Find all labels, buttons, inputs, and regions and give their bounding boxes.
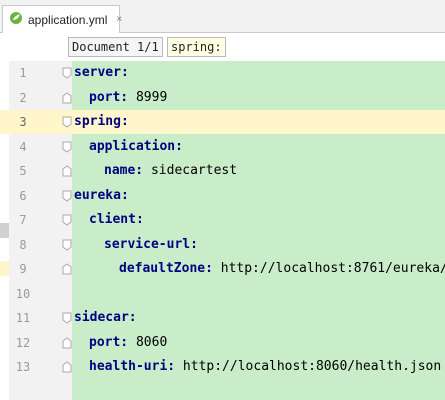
fold-start-icon[interactable] — [62, 214, 72, 226]
close-icon[interactable]: × — [116, 14, 122, 25]
yaml-key: eureka: — [74, 187, 129, 203]
fold-end-icon[interactable] — [62, 336, 72, 349]
code-line[interactable]: 7 client: — [0, 208, 445, 232]
yaml-entry: service-url: — [104, 233, 198, 257]
line-number: 6 — [19, 188, 27, 203]
code-line[interactable]: 10 — [0, 282, 445, 306]
breadcrumb-path[interactable]: spring: — [167, 37, 226, 57]
yaml-entry: sidecar: — [74, 306, 137, 330]
line-number: 10 — [15, 286, 31, 301]
code-line[interactable]: 11 sidecar: — [0, 306, 445, 330]
yaml-entry: application: — [89, 135, 183, 159]
fold-start-icon[interactable] — [62, 116, 72, 128]
yaml-key: application: — [89, 138, 183, 154]
editor-tab-bar: application.yml × — [0, 0, 445, 33]
yaml-key: service-url: — [104, 236, 198, 252]
yaml-value: sidecartest — [150, 163, 238, 178]
yaml-key: port: — [89, 334, 129, 350]
fold-end-icon[interactable] — [62, 263, 72, 275]
yaml-entry: port: 8999 — [89, 86, 167, 110]
yaml-entry: client: — [89, 208, 144, 232]
code-line[interactable]: 8 service-url: — [0, 233, 445, 257]
yaml-value: 8999 — [135, 89, 168, 105]
yaml-value: http://localhost:8761/eureka/ — [220, 261, 445, 276]
yaml-entry: defaultZone: http://localhost:8761/eurek… — [119, 257, 445, 281]
yaml-value: http://localhost:8060/health.json — [182, 359, 442, 374]
fold-start-icon[interactable] — [62, 239, 72, 251]
code-line[interactable]: 12 port: 8060 — [0, 331, 445, 355]
fold-start-icon[interactable] — [62, 67, 72, 79]
line-number: 7 — [19, 213, 27, 227]
yaml-key: health-uri: — [89, 359, 176, 374]
line-number: 3 — [19, 115, 27, 129]
code-line[interactable]: 9 defaultZone: http://localhost:8761/eure… — [0, 257, 445, 281]
fold-end-icon[interactable] — [62, 361, 72, 373]
line-number: 12 — [15, 335, 31, 350]
code-line[interactable]: 4 application: — [0, 135, 445, 159]
code-line[interactable]: 13 health-uri: http://localhost:8060/heal… — [0, 355, 445, 379]
line-number: 11 — [15, 311, 31, 325]
tab-application-yml[interactable]: application.yml × — [2, 5, 122, 33]
yaml-entry: port: 8060 — [89, 331, 167, 355]
yaml-entry: spring: — [74, 110, 129, 134]
fold-start-icon[interactable] — [62, 141, 72, 153]
line-number: 2 — [19, 90, 27, 105]
yaml-entry: eureka: — [74, 184, 129, 208]
yaml-key: name: — [104, 163, 144, 178]
breadcrumb-document[interactable]: Document 1/1 — [68, 37, 163, 57]
line-number: 8 — [19, 237, 27, 252]
fold-end-icon[interactable] — [62, 91, 72, 104]
line-number: 4 — [19, 139, 27, 154]
yaml-entry: health-uri: http://localhost:8060/health… — [89, 355, 441, 379]
code-line[interactable]: 1 server: — [0, 61, 445, 85]
yaml-key: spring: — [74, 114, 129, 129]
yaml-entry: server: — [74, 61, 129, 85]
line-number: 5 — [19, 164, 27, 178]
code-line[interactable]: 3 spring: — [0, 110, 445, 134]
fold-start-icon[interactable] — [62, 312, 72, 324]
yaml-entry: name: sidecartest — [104, 159, 237, 183]
code-line[interactable]: 2 port: 8999 — [0, 86, 445, 110]
fold-start-icon[interactable] — [62, 190, 72, 202]
yaml-key: client: — [89, 212, 144, 227]
yaml-key: sidecar: — [74, 310, 137, 325]
yaml-key: port: — [89, 89, 129, 105]
yaml-key: defaultZone: — [119, 261, 213, 276]
yaml-value: 8060 — [135, 334, 168, 350]
tab-label: application.yml — [28, 12, 108, 27]
fold-end-icon[interactable] — [62, 165, 72, 177]
line-number: 1 — [19, 66, 27, 80]
code-line[interactable]: 6 eureka: — [0, 184, 445, 208]
breadcrumb: Document 1/1 spring: — [0, 33, 445, 61]
line-number: 9 — [19, 262, 27, 276]
yaml-file-icon — [9, 10, 23, 29]
yaml-key: server: — [74, 65, 129, 80]
line-number: 13 — [15, 360, 31, 374]
code-line[interactable]: 5 name: sidecartest — [0, 159, 445, 183]
